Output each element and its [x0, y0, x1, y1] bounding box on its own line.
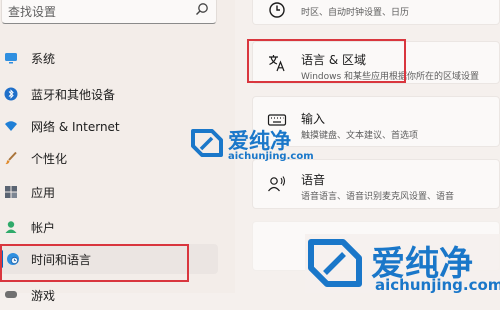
- sidebar-item-label: 游戏: [31, 289, 56, 303]
- highlight-box-language: [247, 39, 406, 83]
- speech-card[interactable]: 语音 语音语言、语音识别麦克风设置、语音: [252, 159, 500, 209]
- watermark-large: 爱纯净 aichunjing.com: [305, 234, 500, 294]
- clock-icon: [269, 2, 285, 18]
- card-desc: 时区、自动时钟设置、日历: [301, 8, 410, 18]
- highlight-box-nav: [0, 244, 189, 282]
- sidebar-item-gaming[interactable]: 游戏: [0, 280, 218, 310]
- card-desc: 语音语言、语音识别麦克风设置、语音: [301, 192, 455, 202]
- game-icon: [5, 291, 17, 298]
- watermark-small: 爱纯净 aichunjing.com: [190, 125, 314, 165]
- search-box[interactable]: 查找设置: [1, 0, 217, 24]
- search-icon[interactable]: [195, 2, 209, 16]
- watermark-logo-icon: [191, 129, 223, 157]
- brush-icon: [5, 151, 17, 165]
- speech-icon: [268, 176, 286, 192]
- sidebar-item-label: 系统: [31, 52, 56, 66]
- sidebar-item-label: 网络 & Internet: [31, 120, 120, 134]
- watermark-logo-icon: [308, 239, 362, 287]
- sidebar-item-apps[interactable]: 应用: [0, 177, 218, 207]
- watermark-url: aichunjing.com: [375, 276, 500, 294]
- sidebar-item-network[interactable]: 网络 & Internet: [0, 111, 218, 141]
- sidebar-item-personalization[interactable]: 个性化: [0, 143, 218, 173]
- apps-icon: [5, 186, 17, 198]
- sidebar-item-label: 个性化: [31, 152, 68, 166]
- sidebar-item-label: 应用: [31, 186, 56, 200]
- card-title: 语音: [301, 173, 326, 187]
- sidebar-item-label: 帐户: [31, 221, 56, 235]
- sidebar-item-system[interactable]: 系统: [0, 43, 218, 73]
- search-placeholder: 查找设置: [8, 5, 57, 19]
- sidebar-item-label: 蓝牙和其他设备: [31, 88, 116, 102]
- bluetooth-icon: [4, 87, 18, 101]
- watermark-url: aichunjing.com: [228, 151, 314, 162]
- sidebar-item-bluetooth[interactable]: 蓝牙和其他设备: [0, 79, 218, 109]
- wifi-icon: [5, 121, 17, 131]
- sidebar-item-accounts[interactable]: 帐户: [0, 212, 218, 242]
- date-time-card[interactable]: 时区、自动时钟设置、日历: [252, 0, 500, 25]
- person-icon: [5, 221, 17, 233]
- monitor-icon: [5, 53, 17, 64]
- card-desc: 触摸键盘、文本建议、首选项: [301, 131, 419, 141]
